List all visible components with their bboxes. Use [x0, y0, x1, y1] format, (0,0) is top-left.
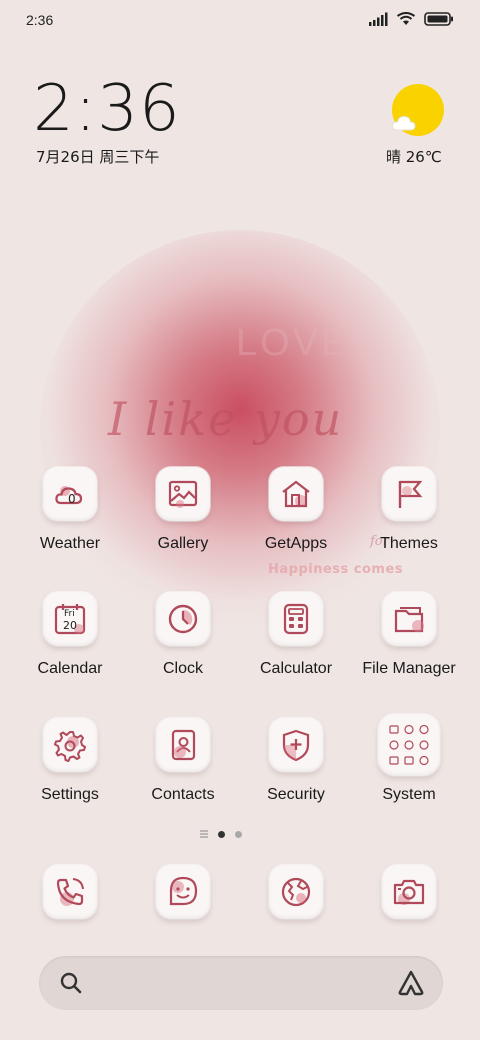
status-icons [368, 12, 454, 26]
search-icon[interactable] [59, 971, 83, 995]
weather-widget-text[interactable]: 晴 26℃ [386, 146, 442, 167]
list-icon [200, 830, 208, 838]
page-dot [235, 830, 242, 838]
app-label-themes: Themes [380, 535, 438, 552]
shield-icon [269, 718, 323, 772]
gear-icon [43, 718, 97, 772]
app-label-getapps: GetApps [264, 535, 328, 552]
app-contacts[interactable]: Contacts [127, 718, 239, 804]
phone-icon [43, 865, 97, 919]
dock-camera[interactable] [353, 865, 465, 919]
battery-icon [424, 12, 453, 26]
app-label-file-manager: File Manager [362, 660, 456, 677]
app-label-system: System [382, 786, 436, 803]
app-settings[interactable]: Settings [14, 718, 126, 804]
app-themes[interactable]: Themes [353, 467, 465, 553]
app-label-calendar: Calendar [37, 660, 103, 677]
clock-widget-time[interactable]: 2:36 [33, 72, 181, 146]
app-label-settings: Settings [41, 786, 99, 803]
system-folder-icon [378, 714, 440, 776]
app-label-gallery: Gallery [157, 535, 209, 552]
app-label-security: Security [267, 786, 325, 803]
signal-icon [369, 12, 388, 26]
app-gallery[interactable]: Gallery [127, 467, 239, 553]
app-clock[interactable]: Clock [127, 592, 239, 678]
weather-app-icon: 0 [43, 467, 97, 521]
page-indicator[interactable] [200, 830, 242, 838]
calendar-icon: Fri 20 [43, 592, 97, 646]
dock-phone[interactable] [14, 865, 126, 919]
dock-messages[interactable] [127, 865, 239, 919]
app-calculator[interactable]: Calculator [240, 592, 352, 678]
globe-icon [269, 865, 323, 919]
wifi-icon [396, 12, 416, 25]
search-bar[interactable] [39, 956, 443, 1010]
calendar-icon-date: 20 [63, 619, 77, 632]
wallpaper-love-text: LOVE [236, 322, 350, 364]
app-label-clock: Clock [162, 660, 203, 677]
wallpaper-subtitle: Happiness comes [268, 562, 404, 577]
app-security[interactable]: Security [240, 718, 352, 804]
app-weather[interactable]: 0 Weather [14, 467, 126, 553]
chat-smile-icon [156, 865, 210, 919]
dock-browser[interactable] [240, 865, 352, 919]
calendar-icon-day: Fri [64, 609, 75, 619]
status-time: 2:36 [26, 12, 54, 28]
camera-icon [382, 865, 436, 919]
app-label-contacts: Contacts [151, 786, 215, 803]
clock-icon [156, 592, 210, 646]
getapps-icon [269, 467, 323, 521]
app-file-manager[interactable]: File Manager [353, 592, 465, 678]
app-label-weather: Weather [39, 535, 101, 552]
page-dot-active [218, 830, 225, 838]
folder-icon [382, 592, 436, 646]
wallpaper-quote: I like you [108, 392, 344, 446]
status-bar: 2:36 [0, 0, 480, 42]
calculator-icon [269, 592, 323, 646]
clock-widget-date[interactable]: 7月26日 周三下午 [36, 146, 159, 167]
app-system-folder[interactable]: System [353, 714, 465, 804]
flag-icon [382, 467, 436, 521]
app-getapps[interactable]: GetApps [240, 467, 352, 553]
contacts-icon [156, 718, 210, 772]
weather-icon-temp: 0 [68, 492, 76, 506]
gallery-icon [156, 467, 210, 521]
app-label-calculator: Calculator [259, 660, 333, 677]
app-calendar[interactable]: Fri 20 Calendar [14, 592, 126, 678]
assistant-icon[interactable] [397, 970, 425, 996]
cloud-icon [391, 115, 416, 131]
